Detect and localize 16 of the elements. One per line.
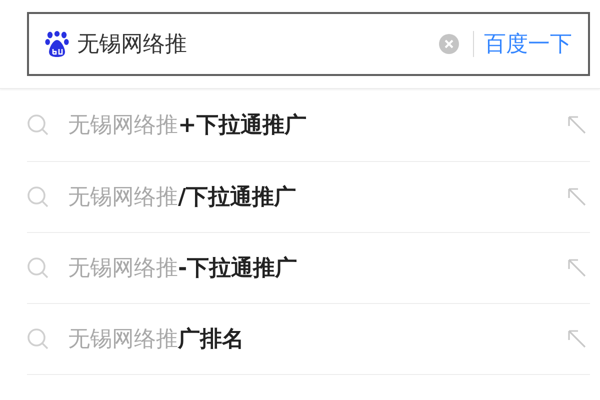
search-icon <box>27 257 49 279</box>
search-icon <box>27 186 49 208</box>
search-field[interactable]: 无锡网络推 百度一下 <box>27 12 590 76</box>
arrow-icon[interactable] <box>567 115 587 135</box>
suggestion-text[interactable]: 无锡网络推+下拉通推广 <box>68 110 567 140</box>
suggestion-text[interactable]: 无锡网络推广排名 <box>68 324 567 354</box>
suggestion-text[interactable]: 无锡网络推-下拉通推广 <box>68 253 567 283</box>
search-icon <box>27 328 49 350</box>
paw-icon <box>45 31 69 57</box>
suggestion-text[interactable]: 无锡网络推/下拉通推广 <box>68 182 567 212</box>
clear-icon[interactable] <box>439 34 459 54</box>
search-button[interactable]: 百度一下 <box>484 25 572 63</box>
arrow-icon[interactable] <box>567 329 587 349</box>
search-icon <box>27 114 49 136</box>
arrow-icon[interactable] <box>567 258 587 278</box>
arrow-icon[interactable] <box>567 187 587 207</box>
